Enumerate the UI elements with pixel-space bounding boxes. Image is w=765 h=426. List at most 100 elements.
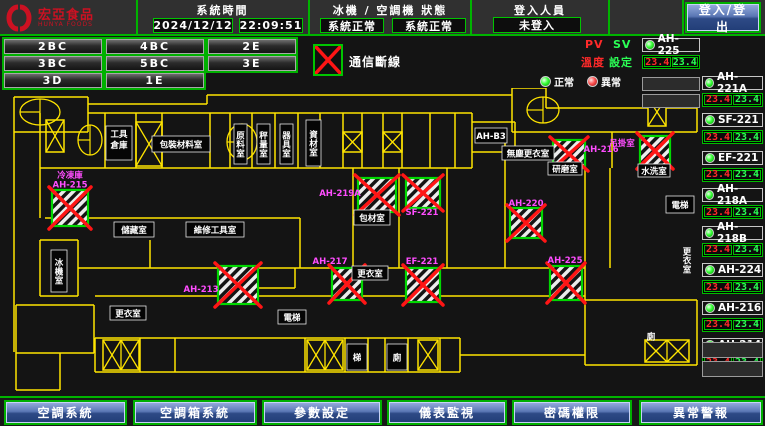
ahu-name-label: EF-221 [718, 152, 758, 164]
floor-button-2bc[interactable]: 2BC [4, 39, 102, 54]
ahu-status-entry-ah-216[interactable]: AH-216 [702, 301, 763, 315]
floor-button-3e[interactable]: 3E [208, 56, 296, 71]
room-label: 更衣室 [357, 269, 383, 280]
sv-value: 23.4 [733, 132, 761, 142]
room-label: 廁 [393, 353, 402, 364]
ahu-values-ah-225: 23.423.4 [642, 55, 700, 69]
ahu-status-entry-ah-218a[interactable]: AH-218A [702, 188, 763, 202]
menu-button-2[interactable]: 空調箱系統 [135, 402, 255, 423]
sv-value: 23.4 [733, 95, 761, 105]
empty-slot [702, 342, 763, 358]
floor-button-1e[interactable]: 1E [106, 73, 204, 88]
equipment-label: AH-217 [313, 257, 348, 267]
pv-value: 23.4 [704, 282, 732, 292]
pv-value: 23.4 [704, 132, 732, 142]
empty-slot [702, 361, 763, 377]
empty-slot [642, 77, 700, 91]
room-label: 包材室 [359, 213, 385, 224]
ahu-values-ef-221: 23.423.4 [702, 168, 763, 182]
room-label: 資材室 [308, 130, 318, 159]
pv-value: 23.4 [704, 320, 732, 330]
equipment-label: AH-220 [509, 199, 544, 209]
status-led-icon [705, 153, 715, 163]
floor-button-5bc[interactable]: 5BC [106, 56, 204, 71]
menu-button-3[interactable]: 參數設定 [264, 402, 380, 423]
ahu-name-label: AH-218B [717, 221, 762, 245]
sv-value: 23.4 [672, 57, 699, 67]
floor-button-2e[interactable]: 2E [208, 39, 296, 54]
ahu-values-ah-221a: 23.423.4 [702, 93, 763, 107]
system-date-value: 2024/12/12 [153, 18, 233, 33]
sv-value: 23.4 [733, 320, 761, 330]
ahu-status-entry-ah-218b[interactable]: AH-218B [702, 226, 763, 240]
room-label: 包裝材料室 [160, 140, 203, 151]
ahu-name-label: AH-221A [717, 71, 762, 95]
login-user-label: 登入人員 [475, 2, 605, 18]
equipment-label: AH-219A [319, 189, 361, 199]
pv-header: PV [585, 38, 604, 51]
status-led-icon [705, 303, 715, 313]
header-divider [136, 0, 138, 36]
ahu-name-label: AH-218A [717, 183, 762, 207]
chiller-status-value: 系統正常 [320, 18, 384, 33]
legend-normal: 正常 [540, 74, 574, 89]
ahu-values-ah-224: 23.423.4 [702, 280, 763, 294]
sv-header: SV [613, 38, 631, 51]
legend-normal-label: 正常 [554, 74, 574, 89]
floor-button-4bc[interactable]: 4BC [106, 39, 204, 54]
normal-led-icon [540, 76, 551, 87]
ahu-values-ah-218b: 23.423.4 [702, 243, 763, 257]
menu-button-1[interactable]: 空調系統 [6, 402, 125, 423]
room-label: 冰機室 [55, 258, 64, 287]
ahu-status-entry-ah-225[interactable]: AH-225 [642, 38, 700, 52]
ahu-status-entry-sf-221[interactable]: SF-221 [702, 113, 763, 127]
status-led-icon [705, 265, 715, 275]
status-led-icon [705, 190, 714, 200]
pv-value: 23.4 [644, 57, 671, 67]
sv-value: 23.4 [733, 207, 761, 217]
floor-button-3bc[interactable]: 3BC [4, 56, 102, 71]
sv-value: 23.4 [733, 245, 761, 255]
logo: 宏亞食品 HUNYA FOODS [4, 2, 134, 34]
system-time-value: 22:09:51 [239, 18, 303, 33]
floorplan: 工具倉庫包裝材料室AH-B3儲藏室維修工具室包材室無塵更衣室研磨室水洗室電梯更衣… [0, 88, 765, 396]
ahu-values-ah-216: 23.423.4 [702, 318, 763, 332]
header-divider [682, 0, 684, 36]
equipment-label: SF-221 [406, 208, 439, 218]
ahu-status-entry-ah-224[interactable]: AH-224 [702, 263, 763, 277]
ahu-name-label: AH-225 [658, 33, 699, 57]
menu-button-5[interactable]: 密碼權限 [514, 402, 630, 423]
ahu-name-label: AH-216 [718, 302, 761, 314]
ahu-status-entry-ef-221[interactable]: EF-221 [702, 151, 763, 165]
hmi-screen: 宏亞食品 HUNYA FOODS 系統時間 2024/12/12 22:09:5… [0, 0, 765, 426]
room-label: 儲藏室 [120, 225, 147, 236]
ahu-status-entry-ah-221a[interactable]: AH-221A [702, 76, 763, 90]
room-label: 工具倉庫 [109, 130, 128, 151]
ahu-status-value: 系統正常 [392, 18, 466, 33]
ahu-name-label: AH-224 [718, 264, 761, 276]
login-logout-button[interactable]: 登入/登出 [687, 4, 759, 31]
menu-button-4[interactable]: 儀表監視 [389, 402, 505, 423]
floor-button-3d[interactable]: 3D [4, 73, 102, 88]
system-time-label: 系統時間 [140, 2, 305, 18]
sv-value: 23.4 [733, 282, 761, 292]
status-led-icon [705, 228, 714, 238]
pv-value: 23.4 [704, 170, 732, 180]
status-led-icon [705, 115, 715, 125]
room-label: 無塵更衣室 [507, 149, 550, 160]
header: 宏亞食品 HUNYA FOODS 系統時間 2024/12/12 22:09:5… [0, 0, 765, 36]
status-led-icon [645, 40, 655, 50]
equipment-label: 冷凍庫AH-215 [53, 170, 88, 191]
header-divider [308, 0, 310, 36]
status-led-icon [705, 78, 714, 88]
temp-header: 溫度 [581, 54, 605, 70]
room-label: 研磨室 [552, 164, 578, 175]
menu-button-6[interactable]: 異常警報 [641, 402, 761, 423]
floorplan-widgets: 工具倉庫包裝材料室AH-B3儲藏室維修工具室包材室無塵更衣室研磨室水洗室電梯更衣… [49, 120, 694, 370]
legend-abnormal-label: 異常 [601, 74, 621, 89]
room-label: 梯 [353, 353, 362, 364]
sv-value: 23.4 [733, 170, 761, 180]
room-label: 原料室 [236, 131, 245, 160]
pv-value: 23.4 [704, 95, 732, 105]
comm-loss-label: 通信斷線 [349, 53, 401, 70]
